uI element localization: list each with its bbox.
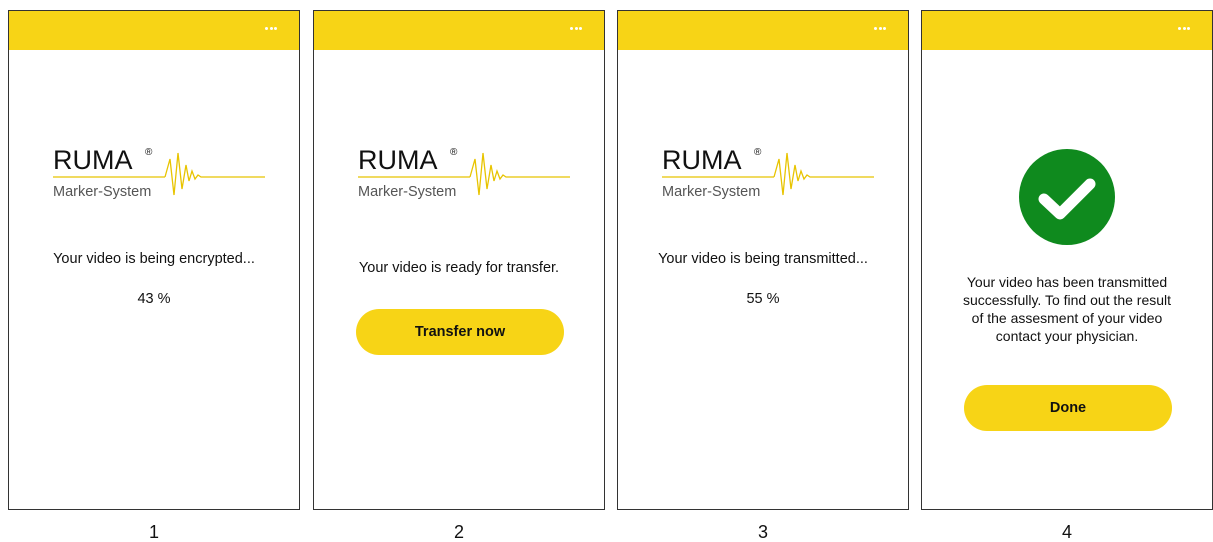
- logo-registered-mark: ®: [754, 147, 762, 158]
- logo-registered-mark: ®: [450, 147, 458, 158]
- logo-subtitle: Marker-System: [53, 184, 151, 200]
- screen-transmission-complete: Your video has been transmitted successf…: [921, 10, 1213, 510]
- transfer-now-button[interactable]: Transfer now: [356, 309, 564, 355]
- top-app-bar: [618, 11, 908, 50]
- logo-registered-mark: ®: [145, 147, 153, 158]
- top-app-bar: [9, 11, 299, 50]
- success-message-line: of the assesment of your video: [971, 310, 1163, 326]
- success-message: Your video has been transmitted successf…: [922, 273, 1212, 345]
- ruma-logo: RUMA ® Marker-System: [344, 139, 574, 211]
- status-message: Your video is being encrypted...: [53, 251, 255, 267]
- ruma-logo: RUMA ® Marker-System: [648, 139, 878, 211]
- logo-wordmark: RUMA: [662, 145, 742, 175]
- logo-subtitle: Marker-System: [662, 184, 760, 200]
- ruma-logo: RUMA ® Marker-System: [39, 139, 269, 211]
- more-horizontal-icon[interactable]: [1176, 23, 1192, 33]
- more-horizontal-icon[interactable]: [872, 23, 888, 33]
- progress-percentage: 43 %: [137, 291, 171, 307]
- success-message-line: successfully. To find out the result: [962, 292, 1172, 308]
- success-message-line: Your video has been transmitted: [966, 274, 1168, 290]
- step-number: 4: [1061, 522, 1072, 542]
- logo-subtitle: Marker-System: [358, 184, 456, 200]
- screen-encrypting: RUMA ® Marker-System Your video is being…: [8, 10, 300, 510]
- success-message-line: contact your physician.: [995, 328, 1139, 344]
- top-app-bar: [922, 11, 1212, 50]
- logo-wordmark: RUMA: [358, 145, 438, 175]
- top-app-bar: [314, 11, 604, 50]
- done-button[interactable]: Done: [964, 385, 1172, 431]
- checkmark-circle-icon: [1017, 147, 1117, 247]
- status-message: Your video is ready for transfer.: [358, 260, 560, 276]
- screen-ready-for-transfer: RUMA ® Marker-System Your video is ready…: [313, 10, 605, 510]
- step-number: 1: [148, 522, 159, 542]
- screen-transmitting: RUMA ® Marker-System Your video is being…: [617, 10, 909, 510]
- status-message: Your video is being transmitted...: [658, 251, 868, 267]
- step-number: 2: [453, 522, 464, 542]
- progress-percentage: 55 %: [746, 291, 780, 307]
- more-horizontal-icon[interactable]: [263, 23, 279, 33]
- step-number: 3: [757, 522, 768, 542]
- logo-wordmark: RUMA: [53, 145, 133, 175]
- more-horizontal-icon[interactable]: [568, 23, 584, 33]
